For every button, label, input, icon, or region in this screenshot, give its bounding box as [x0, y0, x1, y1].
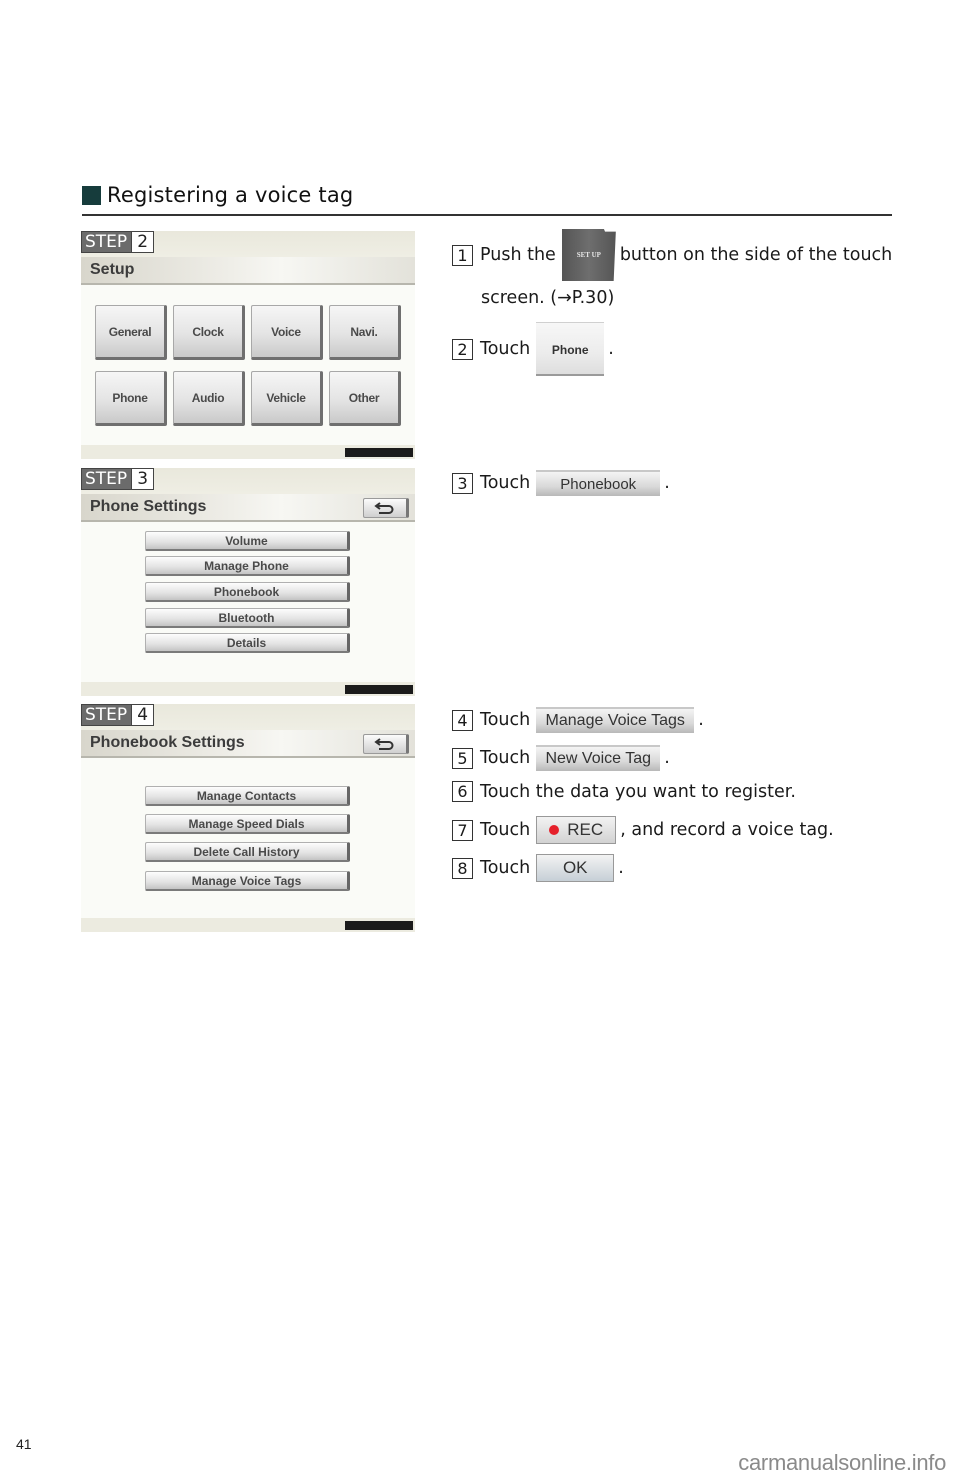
step-badge: STEP 3: [81, 468, 155, 490]
instruction-text: screen. (→P.30): [481, 288, 615, 308]
instruction-text: .: [664, 473, 670, 493]
bluetooth-button[interactable]: Bluetooth: [145, 608, 350, 628]
instruction-1-cont: screen. (→P.30): [481, 288, 614, 308]
step-num-box: 3: [452, 472, 473, 494]
screen-title: Phone Settings: [90, 498, 207, 515]
instruction-text: button on the side of the touch: [619, 245, 893, 265]
setup-vehicle-button[interactable]: Vehicle: [251, 371, 323, 426]
setup-phone-button[interactable]: Phone: [95, 371, 167, 426]
step-number: 4: [131, 705, 154, 725]
screen-title: Setup: [90, 261, 135, 278]
setup-screen: STEP 2 Setup General Clock Voice Navi. P…: [81, 231, 415, 459]
step-label: STEP: [82, 232, 132, 252]
instruction-text: Touch: [480, 473, 531, 493]
return-arrow-icon: [374, 502, 394, 514]
return-arrow-icon: [374, 738, 394, 750]
manage-voice-tags-button[interactable]: Manage Voice Tags: [145, 871, 350, 891]
delete-call-history-button[interactable]: Delete Call History: [145, 842, 350, 862]
setup-general-button[interactable]: General: [95, 305, 167, 360]
instruction-text: Touch: [480, 858, 531, 878]
instruction-7: 7 Touch REC , and record a voice tag.: [452, 816, 834, 844]
phone-settings-screen: STEP 3 Phone Settings Volume Manage Phon…: [81, 468, 415, 696]
phonebook-button[interactable]: Phonebook: [536, 470, 661, 496]
instruction-8: 8 Touch OK .: [452, 854, 624, 882]
phone-button[interactable]: Phone: [536, 322, 605, 376]
manage-voice-tags-button[interactable]: Manage Voice Tags: [536, 707, 695, 733]
instruction-text: Touch the data you want to register.: [480, 781, 796, 802]
step-label: STEP: [82, 705, 132, 725]
instruction-5: 5 Touch New Voice Tag .: [452, 745, 670, 771]
step-num-box: 7: [452, 819, 473, 841]
setup-other-button[interactable]: Other: [329, 371, 401, 426]
phonebook-button[interactable]: Phonebook: [145, 582, 350, 602]
instruction-2: 2 Touch Phone .: [452, 322, 614, 376]
screen-title-bar: Setup: [81, 257, 415, 285]
screen-id-code: [345, 448, 413, 457]
step-label: STEP: [82, 469, 132, 489]
screen-title: Phonebook Settings: [90, 734, 245, 751]
instruction-text: , and record a voice tag.: [620, 820, 834, 840]
setup-navi-button[interactable]: Navi.: [329, 305, 401, 360]
step-num-box: 5: [452, 747, 473, 769]
instruction-text: .: [618, 858, 624, 878]
manage-contacts-button[interactable]: Manage Contacts: [145, 786, 350, 806]
step-num-box: 8: [452, 857, 473, 879]
instruction-text: .: [664, 748, 670, 768]
manage-phone-button[interactable]: Manage Phone: [145, 556, 350, 576]
manage-speed-dials-button[interactable]: Manage Speed Dials: [145, 814, 350, 834]
details-button[interactable]: Details: [145, 633, 350, 653]
step-num-box: 1: [452, 244, 473, 266]
step-number: 2: [131, 232, 154, 252]
screen-id-code: [345, 921, 413, 930]
step-num-box: 4: [452, 709, 473, 731]
back-button[interactable]: [363, 734, 409, 754]
instruction-1: 1 Push the SET UP button on the side of …: [452, 229, 892, 281]
step-badge: STEP 2: [81, 231, 155, 253]
record-dot-icon: [549, 825, 560, 835]
screen-title-bar: Phonebook Settings: [81, 730, 415, 758]
screen-title-bar: Phone Settings: [81, 494, 415, 522]
instruction-6: 6 Touch the data you want to register.: [452, 781, 796, 802]
setup-audio-button[interactable]: Audio: [173, 371, 245, 426]
setup-hard-button[interactable]: SET UP: [561, 229, 616, 281]
page-number: 41: [16, 1436, 32, 1452]
watermark: carmanualsonline.info: [738, 1450, 946, 1475]
instruction-text: Push the: [480, 245, 556, 265]
step-num-box: 6: [452, 781, 473, 802]
ok-button[interactable]: OK: [536, 854, 615, 882]
instruction-text: .: [608, 339, 614, 359]
section-heading: Registering a voice tag: [82, 180, 892, 216]
new-voice-tag-button[interactable]: New Voice Tag: [536, 745, 661, 771]
instruction-text: .: [698, 710, 704, 730]
step-number: 3: [131, 469, 154, 489]
instruction-3: 3 Touch Phonebook .: [452, 470, 670, 496]
square-bullet-icon: [82, 186, 101, 205]
instruction-text: Touch: [480, 339, 531, 359]
back-button[interactable]: [363, 498, 409, 518]
rec-button[interactable]: REC: [536, 816, 617, 844]
screen-id-code: [345, 685, 413, 694]
instruction-text: Touch: [480, 820, 531, 840]
rec-label: REC: [567, 820, 604, 839]
step-num-box: 2: [452, 338, 473, 360]
instruction-text: Touch: [480, 748, 531, 768]
phonebook-settings-screen: STEP 4 Phonebook Settings Manage Contact…: [81, 704, 415, 932]
setup-clock-button[interactable]: Clock: [173, 305, 245, 360]
instruction-text: Touch: [480, 710, 531, 730]
instruction-4: 4 Touch Manage Voice Tags .: [452, 707, 704, 733]
setup-voice-button[interactable]: Voice: [251, 305, 323, 360]
volume-button[interactable]: Volume: [145, 531, 350, 551]
step-badge: STEP 4: [81, 704, 155, 726]
section-title: Registering a voice tag: [107, 183, 354, 207]
